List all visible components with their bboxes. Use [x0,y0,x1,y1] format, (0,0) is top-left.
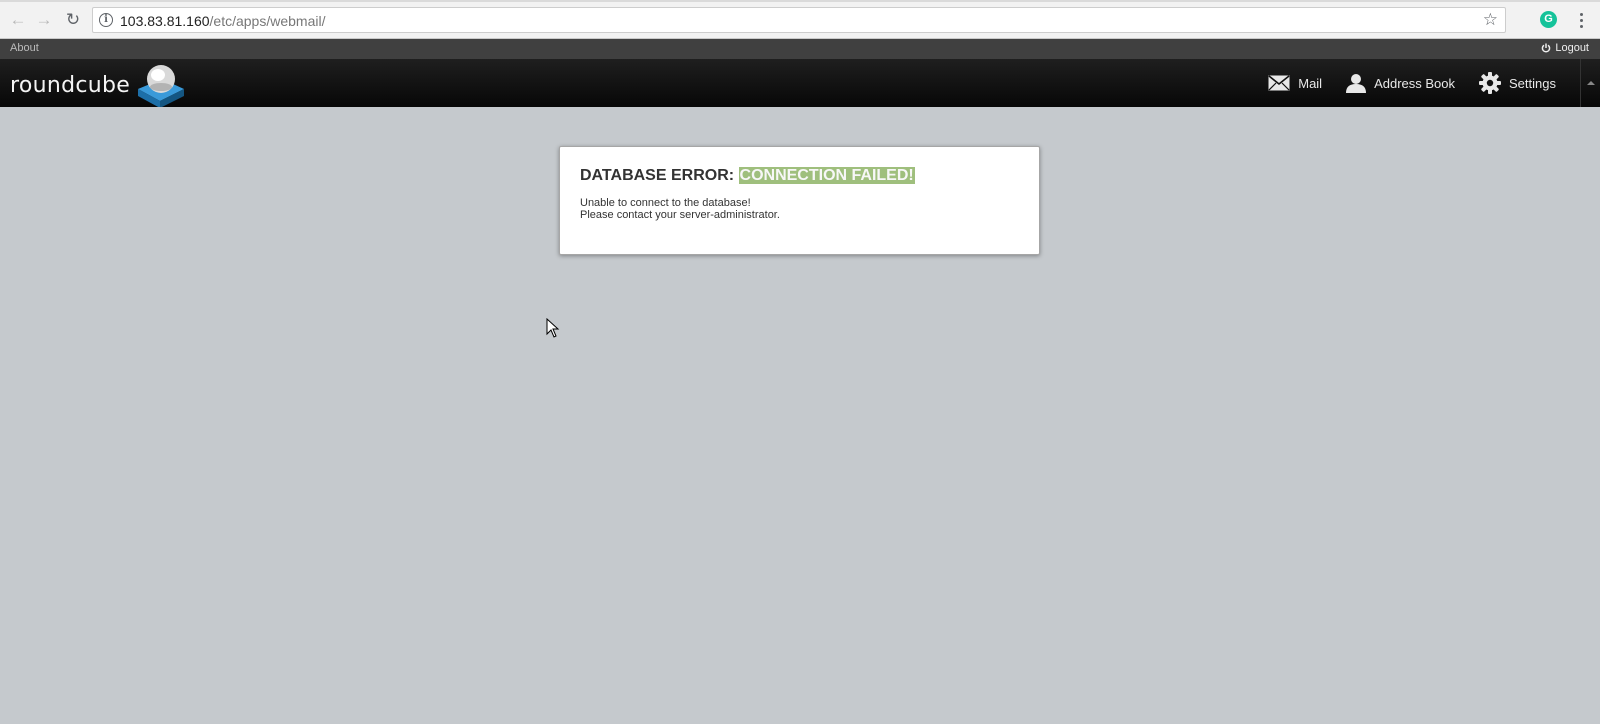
error-title-highlight: CONNECTION FAILED! [738,167,915,184]
star-icon[interactable]: ☆ [1483,10,1498,30]
error-message-line-2: Please contact your server-administrator… [580,209,780,221]
browser-toolbar: ← → ↻ i 103.83.81.160/etc/apps/webmail/ … [0,0,1600,39]
logo-text: roundcube [10,73,131,98]
reload-icon[interactable]: ↻ [62,9,84,31]
person-icon [1346,74,1367,93]
url-path: /etc/apps/webmail/ [209,13,326,29]
main-content: DATABASE ERROR: CONNECTION FAILED! Unabl… [0,107,1600,724]
url-host: 103.83.81.160 [120,13,210,29]
taskbar: Mail Address Book Settings [1268,59,1600,107]
minimize-header-button[interactable] [1580,59,1600,107]
address-bar[interactable]: i 103.83.81.160/etc/apps/webmail/ ☆ [92,7,1506,33]
info-icon[interactable]: i [99,13,113,27]
error-title-prefix: DATABASE ERROR: [580,167,739,184]
forward-arrow-icon[interactable]: → [33,9,55,31]
browser-menu-icon[interactable] [1574,9,1588,31]
tab-strip [0,0,1600,2]
roundcube-logo[interactable]: roundcube [10,63,186,108]
url-text[interactable]: 103.83.81.160/etc/apps/webmail/ [120,13,325,29]
gear-icon [1479,72,1502,94]
grammarly-extension-icon[interactable]: G [1540,11,1557,28]
top-line: About Logout [0,39,1600,59]
mail-icon [1268,75,1290,91]
power-icon [1541,43,1551,53]
task-settings[interactable]: Settings [1479,72,1556,94]
app-header: roundcube Mail Address Book Settings [0,59,1600,108]
about-link[interactable]: About [10,42,39,54]
error-box: DATABASE ERROR: CONNECTION FAILED! Unabl… [559,146,1040,255]
task-address-book[interactable]: Address Book [1346,73,1455,93]
task-mail-label: Mail [1298,75,1323,91]
logout-button[interactable]: Logout [1541,42,1589,54]
back-arrow-icon[interactable]: ← [7,9,29,31]
logo-cube-icon [138,65,184,108]
task-settings-label: Settings [1509,75,1556,91]
error-message-line-1: Unable to connect to the database! [580,197,751,209]
task-mail[interactable]: Mail [1268,75,1322,91]
error-title: DATABASE ERROR: CONNECTION FAILED! [580,166,1019,185]
task-address-book-label: Address Book [1374,75,1456,91]
collapse-arrow-icon [1586,81,1595,85]
logout-label: Logout [1555,42,1589,54]
mouse-cursor-icon [546,318,560,338]
error-message: Unable to connect to the database! Pleas… [580,197,1019,221]
